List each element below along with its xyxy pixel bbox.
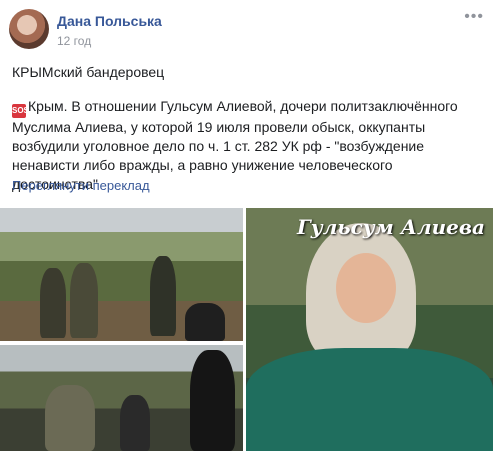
photo-gulsum-alieva[interactable]: Гульсум Алиева xyxy=(246,208,493,451)
photo-caption-overlay: Гульсум Алиева xyxy=(296,215,485,239)
post-timestamp[interactable]: 12 год xyxy=(57,34,91,48)
more-options-icon[interactable]: ••• xyxy=(464,9,484,25)
photo-masked-officers[interactable] xyxy=(0,345,243,451)
photo-grid: Гульсум Алиева xyxy=(0,208,493,451)
see-translation-link[interactable]: Переглянути переклад xyxy=(12,178,150,193)
facebook-post: Дана Польська 12 год ••• КРЫМский бандер… xyxy=(0,0,493,451)
avatar[interactable] xyxy=(9,9,49,49)
photo-raid-yard[interactable] xyxy=(0,208,243,341)
author-name[interactable]: Дана Польська xyxy=(57,13,162,29)
post-headline: КРЫМский бандеровец xyxy=(12,64,165,80)
post-header: Дана Польська 12 год ••• xyxy=(9,9,484,53)
sos-icon: SOS xyxy=(12,104,29,118)
